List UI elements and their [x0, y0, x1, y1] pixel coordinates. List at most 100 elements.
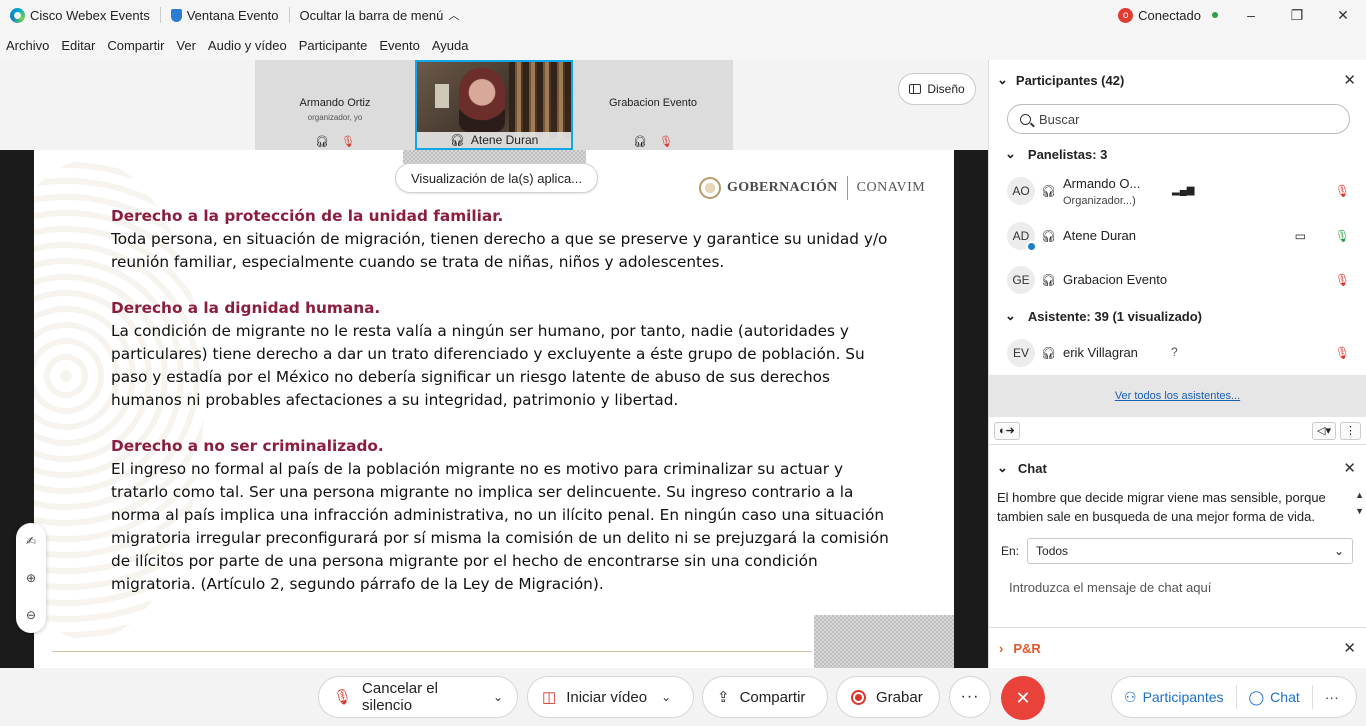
chat-recipient-select[interactable]: Todos ⌄: [1027, 538, 1354, 564]
zoom-out-icon[interactable]: ⊖: [26, 608, 36, 622]
close-window-button[interactable]: ✕: [1320, 0, 1366, 30]
start-video-button[interactable]: ◫ Iniciar vídeo ⌄: [527, 676, 694, 718]
record-label: Grabar: [876, 688, 923, 706]
tile-name: Atene Duran: [470, 133, 539, 147]
zoom-in-icon[interactable]: ⊕: [26, 571, 36, 585]
menu-compartir[interactable]: Compartir: [107, 38, 164, 53]
mic-muted-icon[interactable]: 🎙︎: [1335, 273, 1350, 287]
chat-scrollbar[interactable]: ▲ ▼: [1355, 490, 1364, 516]
close-chat-icon[interactable]: ✕: [1343, 459, 1356, 477]
layout-icon: [909, 84, 922, 94]
chat-recipient-row: En: Todos ⌄: [1001, 538, 1354, 564]
chat-title: Chat: [1017, 460, 1047, 476]
share-label: Compartir: [739, 688, 806, 706]
webex-logo-icon: [10, 7, 25, 23]
chevron-down-icon[interactable]: ⌄: [997, 72, 1008, 88]
mic-on-icon[interactable]: 🎙︎: [1335, 229, 1350, 243]
qa-header[interactable]: › P&R ✕: [989, 627, 1366, 668]
layout-button[interactable]: Diseño: [898, 73, 976, 105]
participant-search-input[interactable]: Buscar: [1007, 104, 1350, 134]
annotate-pen-icon[interactable]: ✍︎: [26, 534, 36, 548]
slide-footer-line: [52, 651, 812, 652]
event-window-button[interactable]: Ventana Evento: [161, 0, 289, 30]
minimize-button[interactable]: –: [1228, 0, 1274, 30]
audio-level-icon: ▂▄▆: [1172, 185, 1195, 196]
participant-video: [459, 68, 505, 132]
search-placeholder: Buscar: [1039, 111, 1080, 127]
video-tile-armando[interactable]: Armando Ortiz organizador, yo 🎧︎ 🎙︎: [255, 60, 415, 150]
chevron-right-icon[interactable]: ›: [999, 641, 1003, 656]
video-strip: Armando Ortiz organizador, yo 🎧︎ 🎙︎ 🎧︎ A…: [0, 60, 988, 150]
logo-gobernacion: GOBERNACIÓN: [727, 180, 838, 195]
chat-message-input[interactable]: Introduzca el mensaje de chat aquí: [1009, 580, 1211, 595]
headset-icon: 🎧︎: [1041, 229, 1057, 243]
participants-header[interactable]: ⌄ Participantes (42) ✕: [989, 60, 1366, 100]
panel-toggle-group: ⚇ Participantes ◯ Chat ···: [1111, 676, 1357, 718]
record-button[interactable]: Grabar: [836, 676, 940, 718]
camera-icon[interactable]: ▭: [1295, 229, 1306, 243]
close-participants-icon[interactable]: ✕: [1343, 71, 1356, 89]
assign-privilege-button[interactable]: ◐➜: [994, 421, 1020, 440]
scroll-down-icon[interactable]: ▼: [1355, 506, 1364, 516]
more-options-button[interactable]: ⋮: [1340, 421, 1361, 440]
video-tile-grabacion[interactable]: Grabacion Evento 🎧︎ 🎙︎: [573, 60, 733, 150]
participants-panel-button[interactable]: ⚇ Participantes: [1112, 677, 1236, 717]
qa-title: P&R: [1013, 640, 1041, 656]
chat-message: El hombre que decide migrar viene mas se…: [997, 490, 1326, 524]
menu-editar[interactable]: Editar: [61, 38, 95, 53]
mic-muted-icon: 🎙︎: [333, 689, 353, 706]
menu-evento[interactable]: Evento: [379, 38, 419, 53]
scroll-up-icon[interactable]: ▲: [1355, 490, 1364, 500]
more-panels-button[interactable]: ···: [1313, 677, 1351, 717]
see-all-attendees-link[interactable]: Ver todos los asistentes...: [989, 375, 1366, 417]
menu-ayuda[interactable]: Ayuda: [432, 38, 469, 53]
leave-meeting-button[interactable]: ✕: [1001, 676, 1045, 720]
participant-row[interactable]: AD 🎧︎ Atene Duran ▭ 🎙︎: [989, 217, 1366, 257]
restore-button[interactable]: ❐: [1274, 0, 1320, 30]
more-options-button[interactable]: ···: [949, 676, 991, 718]
participant-name: erik Villagran: [1063, 345, 1138, 360]
slide-text: Derecho a la protección de la unidad fam…: [111, 205, 901, 619]
headset-icon: 🎧︎: [315, 136, 329, 148]
shared-content-area: GOBERNACIÓN CONAVIM Derecho a la protecc…: [0, 150, 988, 668]
participant-role: Organizador...): [1063, 195, 1136, 207]
menu-archivo[interactable]: Archivo: [6, 38, 49, 53]
chevron-down-icon: ⌄: [1005, 308, 1016, 323]
recording-status-icon: o: [1118, 7, 1134, 23]
participants-button-label: Participantes: [1142, 689, 1224, 705]
chat-header[interactable]: ⌄ Chat ✕: [989, 453, 1366, 483]
menu-audio-video[interactable]: Audio y vídeo: [208, 38, 287, 53]
participant-row[interactable]: GE 🎧︎ Grabacion Evento 🎙︎: [989, 261, 1366, 301]
close-qa-icon[interactable]: ✕: [1343, 639, 1356, 657]
announce-dropdown-button[interactable]: ◁▾: [1312, 421, 1336, 440]
avatar: AD: [1007, 222, 1037, 252]
panelists-section[interactable]: ⌄ Panelistas: 3: [1005, 146, 1107, 162]
presenter-badge-icon: [1026, 241, 1037, 252]
chevron-down-icon[interactable]: ⌄: [997, 460, 1008, 476]
shield-icon: [170, 8, 182, 22]
unmute-button[interactable]: 🎙︎ Cancelar el silencio ⌄: [318, 676, 518, 718]
participant-row[interactable]: AO 🎧︎ Armando O... Organizador...) ▂▄▆ 🎙…: [989, 172, 1366, 212]
mic-muted-icon[interactable]: 🎙︎: [1335, 184, 1350, 198]
attendees-section[interactable]: ⌄ Asistente: 39 (1 visualizado): [1005, 308, 1202, 324]
avatar: AO: [1007, 177, 1035, 205]
side-panel: ⌄ Participantes (42) ✕ Buscar ⌄ Panelist…: [988, 60, 1366, 668]
start-video-label: Iniciar vídeo: [566, 688, 648, 706]
app-sharing-label: Visualización de la(s) aplica...: [411, 170, 583, 186]
headset-icon: 🎧︎: [1041, 184, 1057, 198]
menu-ver[interactable]: Ver: [176, 38, 196, 53]
share-button[interactable]: ⇪ Compartir: [702, 676, 828, 718]
chevron-down-icon[interactable]: ⌄: [493, 690, 503, 704]
chat-panel-button[interactable]: ◯ Chat: [1237, 677, 1312, 717]
app-sharing-view-button[interactable]: Visualización de la(s) aplica...: [395, 163, 599, 193]
video-tile-atene[interactable]: 🎧︎ Atene Duran: [415, 60, 573, 150]
chat-bubble-icon: ◯: [1248, 688, 1265, 705]
participant-row[interactable]: EV 🎧︎ erik Villagran ? 🎙︎: [989, 334, 1366, 374]
hide-menu-button[interactable]: Ocultar la barra de menú ︿: [290, 0, 470, 30]
menu-participante[interactable]: Participante: [299, 38, 368, 53]
slide-heading: Derecho a la protección de la unidad fam…: [111, 207, 504, 225]
event-window-label: Ventana Evento: [186, 7, 279, 23]
connection-status[interactable]: o Conectado: [1108, 0, 1228, 30]
chevron-down-icon[interactable]: ⌄: [661, 690, 671, 704]
mic-muted-icon[interactable]: 🎙︎: [1335, 346, 1350, 360]
